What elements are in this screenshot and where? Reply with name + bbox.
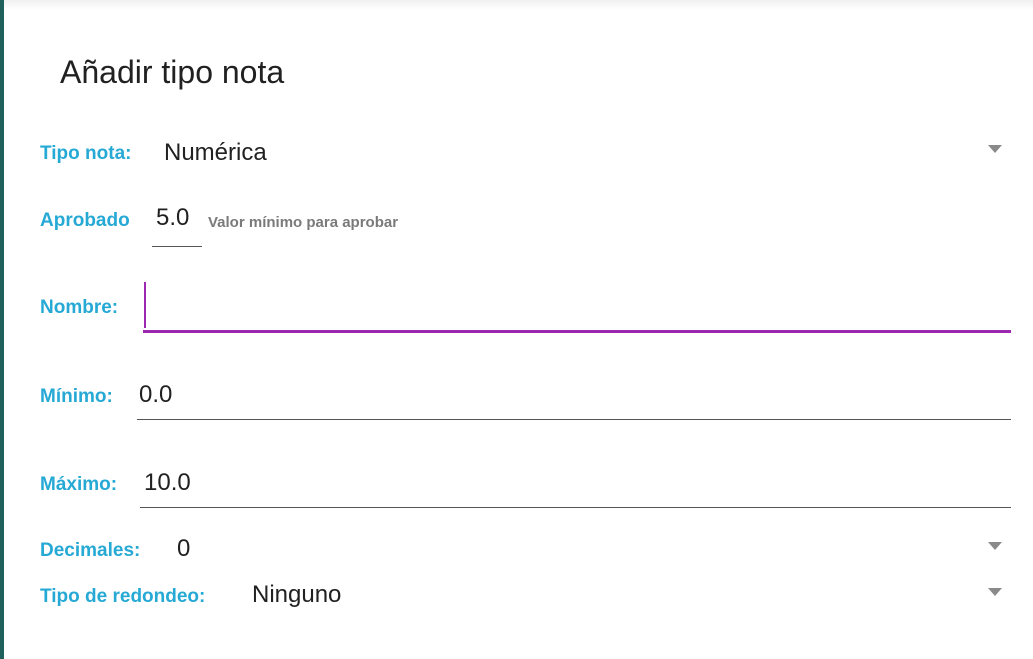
nombre-input[interactable] — [143, 280, 1011, 336]
add-grade-type-dialog: Añadir tipo nota Tipo nota: Numérica Apr… — [0, 0, 1033, 659]
minimo-input[interactable]: 0.0 — [137, 370, 1011, 422]
redondeo-spinner[interactable]: Ninguno — [240, 576, 1020, 614]
dialog-title: Añadir tipo nota — [60, 54, 285, 90]
chevron-down-icon — [988, 145, 1002, 153]
tipo-nota-label: Tipo nota: — [40, 143, 132, 164]
chevron-down-icon — [988, 588, 1002, 596]
aprobado-hint: Valor mínimo para aprobar — [208, 214, 399, 231]
maximo-label: Máximo: — [40, 474, 118, 495]
nombre-underline — [143, 330, 1011, 333]
decimales-spinner[interactable]: 0 — [165, 530, 1020, 568]
minimo-label: Mínimo: — [40, 386, 113, 407]
tipo-nota-spinner[interactable]: Numérica — [150, 132, 1020, 176]
decimales-label: Decimales: — [40, 540, 141, 561]
redondeo-value: Ninguno — [252, 581, 342, 608]
redondeo-label: Tipo de redondeo: — [40, 586, 206, 607]
decimales-value: 0 — [177, 535, 191, 562]
maximo-underline — [140, 507, 1011, 508]
minimo-underline — [137, 419, 1011, 420]
nombre-label: Nombre: — [40, 297, 119, 318]
maximo-value: 10.0 — [144, 469, 191, 496]
top-shadow — [4, 0, 1033, 10]
tipo-nota-value: Numérica — [164, 139, 267, 166]
minimo-value: 0.0 — [139, 381, 173, 408]
aprobado-label: Aprobado — [40, 210, 130, 231]
aprobado-input[interactable]: 5.0 — [152, 198, 204, 250]
aprobado-value: 5.0 — [156, 204, 190, 231]
left-edge-border — [0, 0, 4, 659]
chevron-down-icon — [988, 542, 1002, 550]
text-cursor — [144, 282, 146, 328]
aprobado-underline — [152, 246, 202, 247]
maximo-input[interactable]: 10.0 — [140, 458, 1011, 510]
